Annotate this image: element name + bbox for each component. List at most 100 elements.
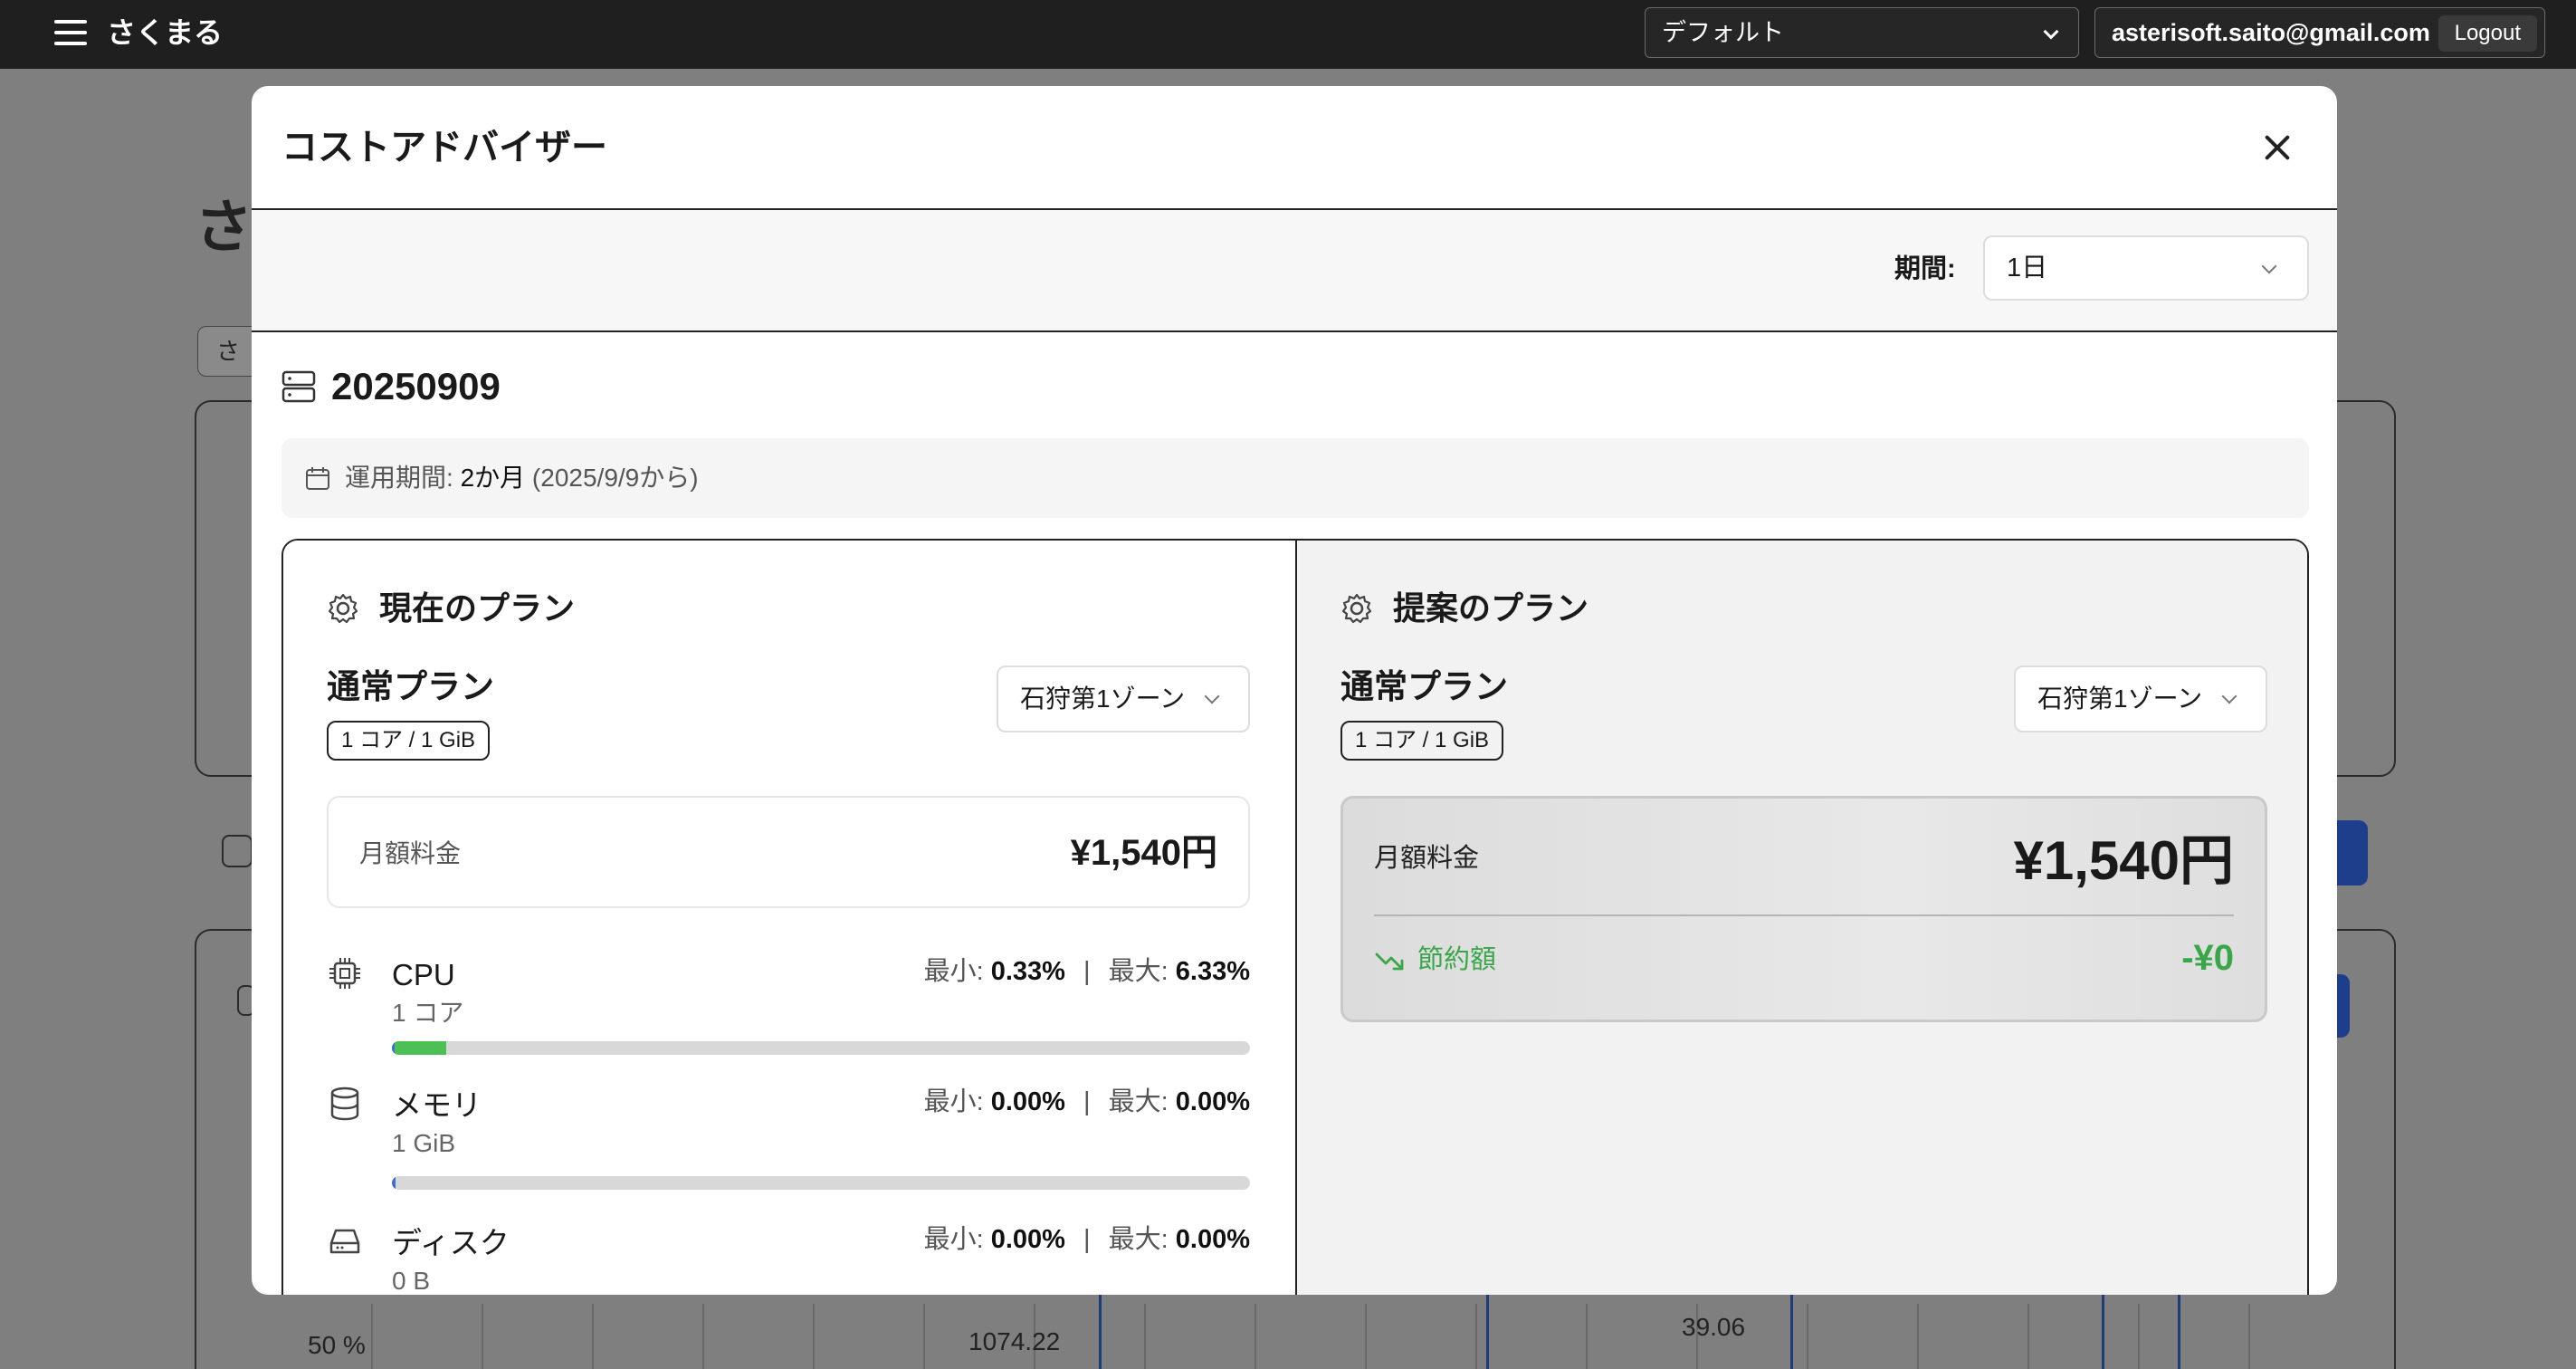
- proposed-price-card: 月額料金 ¥1,540円 節約額 -¥0: [1340, 796, 2267, 1022]
- metric-stats: 最小: 0.00% | 最大: 0.00%: [924, 1221, 1250, 1258]
- metric-sub: 1 GiB: [392, 1129, 456, 1157]
- max-value: 6.33%: [1175, 957, 1250, 986]
- max-value: 0.00%: [1175, 1087, 1250, 1116]
- proposed-price-label: 月額料金: [1374, 844, 1480, 873]
- current-plan-heading: 現在のプラン: [327, 586, 575, 631]
- divider: [1374, 914, 2234, 916]
- metric-name: CPU: [392, 958, 455, 991]
- proposed-zone-select[interactable]: 石狩第1ゾーン: [2014, 665, 2267, 732]
- metric-name: ディスク: [392, 1226, 510, 1259]
- savings-value: -¥0: [2181, 938, 2234, 978]
- current-spec-badge: 1 コア / 1 GiB: [327, 721, 491, 761]
- current-plan-heading-text: 現在のプラン: [379, 589, 576, 627]
- period-bar: 期間: 1日: [252, 210, 2337, 332]
- user-box: asterisoft.saito@gmail.com Logout: [2094, 7, 2545, 58]
- savings-label: 節約額: [1417, 945, 1497, 974]
- database-icon: [330, 1087, 359, 1121]
- disk-icon: [329, 1229, 360, 1254]
- chevron-down-icon: [2043, 24, 2059, 40]
- current-zone-select[interactable]: 石狩第1ゾーン: [997, 665, 1250, 732]
- stats-separator: |: [1083, 957, 1091, 986]
- usage-bar: [392, 1041, 1250, 1055]
- proposed-plan-name: 通常プラン: [1340, 668, 1508, 705]
- server-name: 20250909: [331, 365, 501, 407]
- logout-button[interactable]: Logout: [2438, 15, 2537, 52]
- cost-advisor-modal: コストアドバイザー 期間: 1日 20250909 運用期間: 2か月 (202…: [252, 86, 2337, 1295]
- usage-bar-max: [392, 1041, 446, 1055]
- background-chart-line: [1099, 1293, 1102, 1369]
- trending-down-icon: [1375, 953, 1404, 971]
- gear-icon: [328, 593, 358, 624]
- proposed-plan-heading: 提案のプラン: [1340, 586, 1589, 631]
- max-label: 最大:: [1108, 957, 1169, 986]
- min-label: 最小:: [923, 1225, 984, 1254]
- brand-title[interactable]: さくまる: [107, 13, 223, 53]
- chevron-down-icon: [2261, 258, 2277, 274]
- min-label: 最小:: [923, 957, 984, 986]
- stats-separator: |: [1083, 1087, 1091, 1116]
- background-chart-line: [1790, 1293, 1793, 1369]
- close-icon[interactable]: [2256, 126, 2299, 169]
- min-value: 0.33%: [990, 957, 1065, 986]
- cpu-icon: [329, 958, 360, 989]
- metric-memory: メモリ 1 GiB 最小: 0.00% | 最大: 0.00%: [327, 1086, 1250, 1194]
- min-label: 最小:: [923, 1087, 984, 1116]
- top-navbar: さくまる デフォルト asterisoft.saito@gmail.com Lo…: [0, 0, 2576, 69]
- current-price-card: 月額料金 ¥1,540円: [327, 796, 1250, 908]
- usage-bar: [392, 1176, 1250, 1190]
- usage-bar-min: [392, 1176, 396, 1190]
- metric-disk: ディスク 0 B 最小: 0.00% | 最大: 0.00%: [327, 1223, 1250, 1295]
- max-label: 最大:: [1108, 1225, 1169, 1254]
- modal-header: コストアドバイザー: [252, 86, 2337, 210]
- current-plan-panel: 現在のプラン 通常プラン 1 コア / 1 GiB 石狩第1ゾーン 月額料金 ¥…: [283, 541, 1295, 1295]
- calendar-icon: [306, 467, 329, 490]
- current-plan-name: 通常プラン: [327, 668, 494, 705]
- menu-icon[interactable]: [54, 20, 87, 45]
- background-checkbox: [222, 835, 253, 867]
- operation-period-value: 2か月: [460, 464, 526, 492]
- proposed-plan-heading-text: 提案のプラン: [1393, 589, 1589, 627]
- current-price-label: 月額料金: [359, 839, 462, 867]
- metric-sub: 0 B: [392, 1267, 431, 1295]
- operation-period-since: (2025/9/9から): [531, 464, 699, 492]
- usage-bar-min: [392, 1041, 396, 1055]
- gear-icon: [1341, 593, 1372, 624]
- min-value: 0.00%: [990, 1087, 1065, 1116]
- operation-period-label: 運用期間:: [345, 464, 453, 492]
- proposed-plan-panel: 提案のプラン 通常プラン 1 コア / 1 GiB 石狩第1ゾーン 月額料金 ¥…: [1295, 541, 2307, 1295]
- background-page-title: さ: [195, 195, 253, 260]
- background-chart-grid: [262, 1304, 2308, 1369]
- proposed-zone-value: 石狩第1ゾーン: [2037, 684, 2203, 713]
- period-select-value: 1日: [2007, 254, 2048, 282]
- stats-separator: |: [1083, 1225, 1091, 1254]
- max-value: 0.00%: [1175, 1225, 1250, 1254]
- current-price-value: ¥1,540円: [1070, 833, 1217, 873]
- background-chart-line: [1486, 1293, 1489, 1369]
- period-label: 期間:: [1894, 254, 1956, 283]
- metric-stats: 最小: 0.33% | 最大: 6.33%: [924, 953, 1250, 990]
- operation-period-bar: 運用期間: 2か月 (2025/9/9から): [281, 438, 2309, 518]
- operation-period-text: 運用期間: 2か月 (2025/9/9から): [345, 460, 699, 496]
- max-label: 最大:: [1108, 1087, 1169, 1116]
- chevron-down-icon: [2221, 688, 2237, 704]
- metric-name: メモリ: [392, 1088, 482, 1122]
- metric-stats: 最小: 0.00% | 最大: 0.00%: [924, 1084, 1250, 1120]
- modal-title: コストアドバイザー: [281, 128, 607, 168]
- project-select-value: デフォルト: [1662, 19, 1784, 46]
- current-zone-value: 石狩第1ゾーン: [1020, 684, 1186, 713]
- plans-comparison: 現在のプラン 通常プラン 1 コア / 1 GiB 石狩第1ゾーン 月額料金 ¥…: [281, 539, 2309, 1295]
- proposed-spec-badge: 1 コア / 1 GiB: [1340, 721, 1504, 761]
- period-select[interactable]: 1日: [1983, 235, 2309, 301]
- metric-sub: 1 コア: [392, 999, 464, 1027]
- project-select[interactable]: デフォルト: [1645, 7, 2079, 58]
- background-tick-label: 1074.22: [968, 1327, 1061, 1355]
- proposed-price-value: ¥1,540円: [2013, 830, 2234, 891]
- min-value: 0.00%: [990, 1225, 1065, 1254]
- chevron-down-icon: [1204, 688, 1220, 704]
- background-tick-label: 39.06: [1682, 1313, 1746, 1341]
- background-chart-line: [2178, 1293, 2180, 1369]
- server-icon: [281, 370, 316, 403]
- background-tick-label: 50 %: [308, 1331, 366, 1359]
- user-email: asterisoft.saito@gmail.com: [2112, 19, 2430, 46]
- background-chart-line: [2102, 1293, 2104, 1369]
